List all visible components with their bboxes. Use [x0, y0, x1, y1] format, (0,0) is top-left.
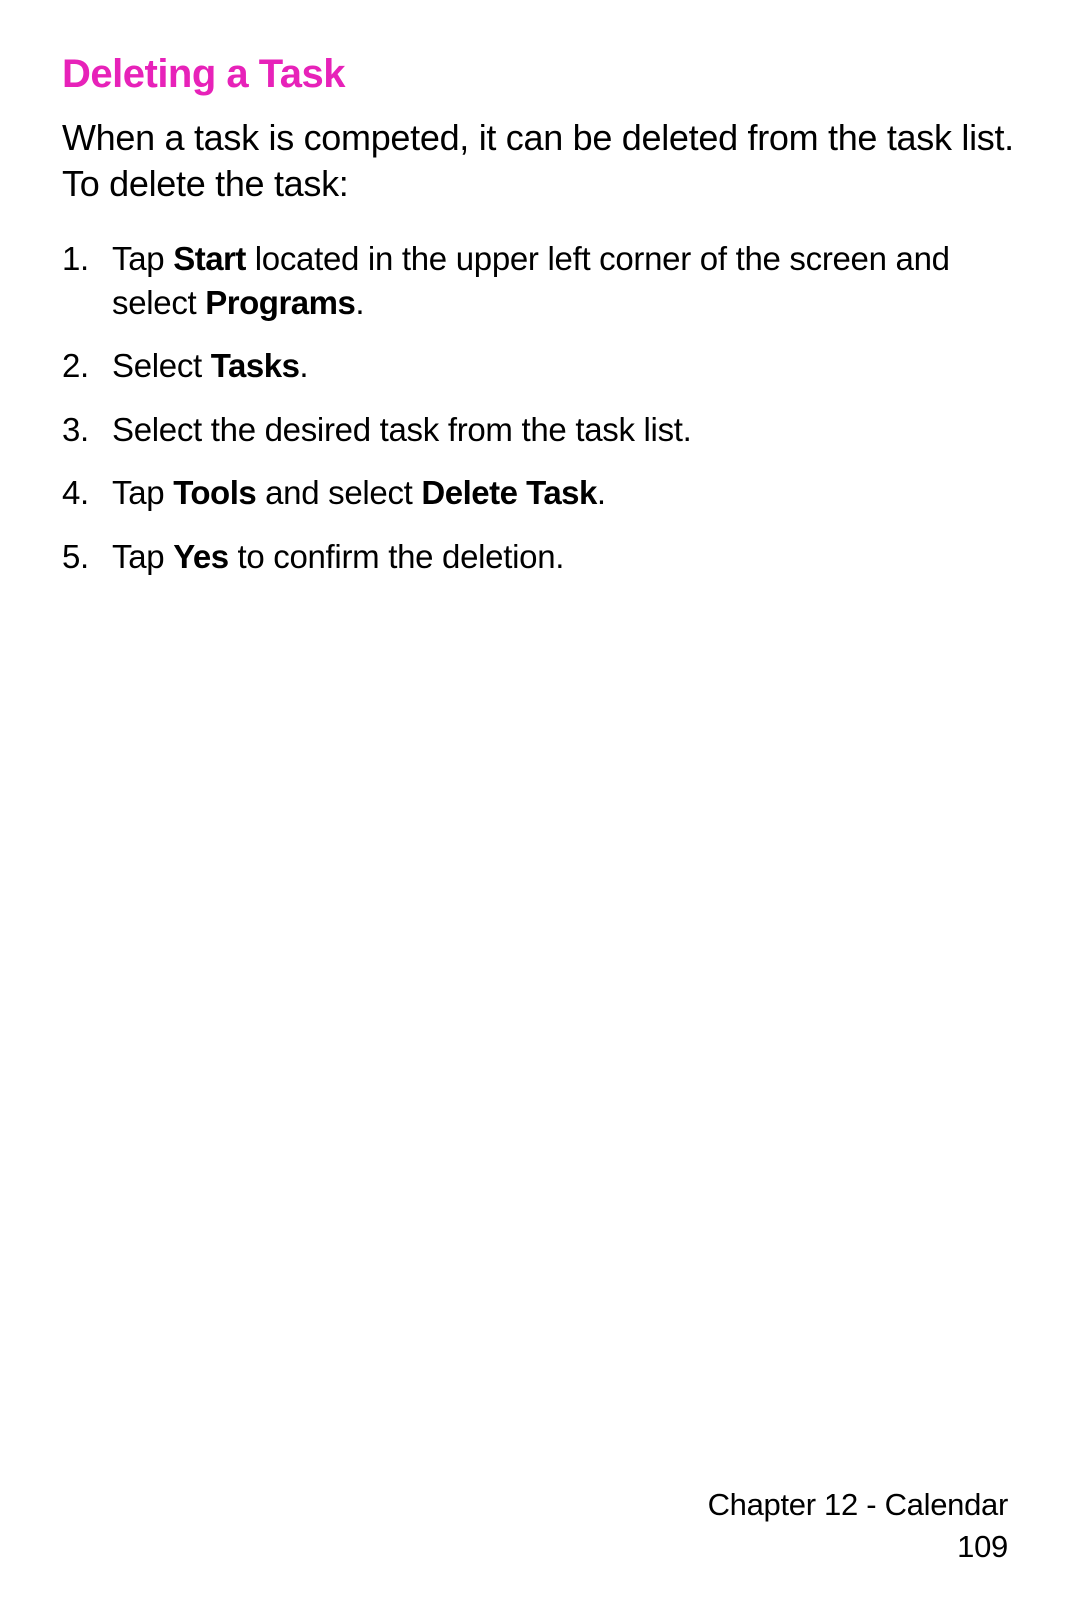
step-number: 1. [62, 237, 102, 281]
step-text: . [299, 347, 308, 384]
step-number: 4. [62, 471, 102, 515]
step-item-1: 1. Tap Start located in the upper left c… [110, 237, 1018, 324]
page-footer: Chapter 12 - Calendar 109 [708, 1484, 1008, 1568]
step-text: . [597, 474, 606, 511]
step-text: Tap [112, 474, 173, 511]
intro-paragraph: When a task is competed, it can be delet… [62, 115, 1018, 207]
step-bold: Start [173, 240, 246, 277]
step-item-4: 4. Tap Tools and select Delete Task. [110, 471, 1018, 515]
step-text: Select [112, 347, 211, 384]
step-text: Tap [112, 538, 173, 575]
step-bold: Yes [173, 538, 228, 575]
step-text: Select the desired task from the task li… [112, 411, 692, 448]
page-number: 109 [708, 1526, 1008, 1568]
step-number: 2. [62, 344, 102, 388]
step-item-5: 5. Tap Yes to confirm the deletion. [110, 535, 1018, 579]
step-bold: Programs [205, 284, 355, 321]
steps-list: 1. Tap Start located in the upper left c… [62, 237, 1018, 578]
section-heading: Deleting a Task [62, 52, 1018, 97]
step-text: Tap [112, 240, 173, 277]
step-number: 3. [62, 408, 102, 452]
step-number: 5. [62, 535, 102, 579]
step-bold: Delete Task [421, 474, 596, 511]
step-item-3: 3. Select the desired task from the task… [110, 408, 1018, 452]
page-container: Deleting a Task When a task is competed,… [0, 0, 1080, 1622]
step-text: . [355, 284, 364, 321]
step-text: and select [256, 474, 421, 511]
step-item-2: 2. Select Tasks. [110, 344, 1018, 388]
step-bold: Tools [173, 474, 256, 511]
chapter-label: Chapter 12 - Calendar [708, 1484, 1008, 1526]
step-bold: Tasks [211, 347, 300, 384]
step-text: to confirm the deletion. [229, 538, 565, 575]
